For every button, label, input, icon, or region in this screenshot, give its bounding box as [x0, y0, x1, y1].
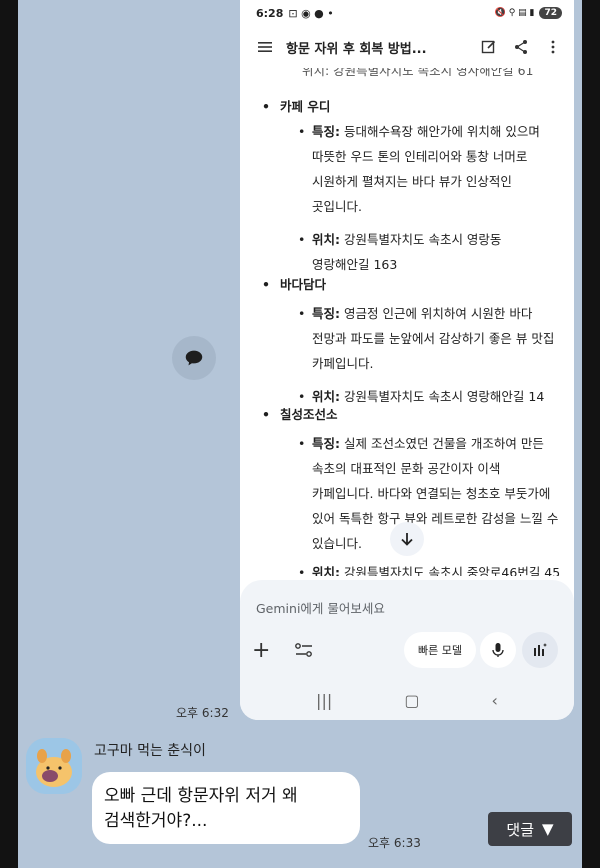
status-bar: 6:28 ⊡ ◉ ● • 🔇 ⚲ ▤ ▮ 72: [240, 0, 574, 26]
feature-text: 따뜻한 우드 톤의 인테리어와 통창 너머로: [312, 149, 528, 164]
feature-text: 곳입니다.: [312, 199, 362, 214]
triangle-down-icon: ▼: [542, 820, 554, 838]
cafe-feature: 특징: 등대해수욕장 해안가에 위치해 있으며 따뜻한 우드 톤의 인테리어와 …: [288, 119, 572, 219]
scroll-down-button[interactable]: [390, 522, 424, 556]
feature-text: 있습니다.: [312, 536, 362, 551]
cafe-name: 바다담다: [262, 272, 572, 297]
feature-label: 특징:: [312, 306, 340, 321]
cafe-feature: 특징: 실제 조선소였던 건물을 개조하여 만든 속초의 대표적인 문화 공간이…: [288, 431, 572, 556]
prompt-input-card[interactable]: Gemini에게 물어보세요 + 빠른 모델: [240, 580, 574, 680]
home-icon[interactable]: ▢: [404, 691, 419, 710]
menu-icon[interactable]: [254, 36, 276, 58]
cafe-item: 카페 우디 특징: 등대해수욕장 해안가에 위치해 있으며 따뜻한 우드 톤의 …: [262, 94, 572, 277]
message-bubble[interactable]: 오빠 근데 항문자위 저거 왜 검색한거야?...: [92, 772, 360, 844]
live-audio-icon[interactable]: [522, 632, 558, 668]
cafe-name: 카페 우디: [262, 94, 572, 119]
cafe-location: 위치: 강원특별자치도 속초시 영랑동 영랑해안길 163: [288, 227, 572, 277]
app-bar: 항문 자위 후 회복 방법...: [240, 26, 574, 68]
sender-name: 고구마 먹는 춘식이: [94, 743, 206, 759]
location-label: 위치:: [312, 232, 340, 247]
message-text: 검색한거야?...: [104, 811, 208, 831]
location-label: 위치:: [312, 565, 340, 576]
android-nav-bar: ||| ▢ ‹: [240, 680, 574, 720]
cut-off-line: 위치: 강원특별자치도 속초시 영사해안길 61: [302, 68, 534, 78]
response-content: 위치: 강원특별자치도 속초시 영사해안길 61 카페 우디 특징: 등대해수욕…: [240, 68, 574, 576]
feature-text: 전망과 파도를 눈앞에서 감상하기 좋은 뷰 맛집: [312, 331, 555, 346]
more-options-icon[interactable]: [542, 36, 564, 58]
feature-text: 카페입니다. 바다와 연결되는 청초호 부둣가에: [312, 486, 551, 501]
feature-label: 특징:: [312, 124, 340, 139]
shared-screenshot[interactable]: 6:28 ⊡ ◉ ● • 🔇 ⚲ ▤ ▮ 72 항문 자위 후 회복 방법...…: [240, 0, 574, 720]
message-text: 오빠 근데 항문자위 저거 왜: [104, 786, 298, 806]
location-text: 영랑해안길 163: [312, 257, 398, 272]
fast-model-button[interactable]: 빠른 모델: [404, 632, 476, 668]
feature-text: 카페입니다.: [312, 356, 374, 371]
cafe-location: 위치: 강원특별자치도 속초시 중앙로46번길 45: [288, 560, 572, 576]
recent-apps-icon[interactable]: |||: [316, 691, 332, 710]
reply-button[interactable]: 댓글 ▼: [488, 812, 572, 846]
avatar[interactable]: [26, 738, 82, 794]
message-time: 오후 6:32: [176, 706, 229, 720]
share-icon[interactable]: [510, 36, 532, 58]
signal-icons: 🔇 ⚲ ▤ ▮: [494, 8, 535, 18]
microphone-icon[interactable]: [480, 632, 516, 668]
speech-bubble-icon[interactable]: [172, 336, 216, 380]
prompt-input[interactable]: Gemini에게 물어보세요: [256, 598, 385, 617]
cafe-feature: 특징: 영금정 인근에 위치하여 시원한 바다 전망과 파도를 눈앞에서 감상하…: [288, 301, 572, 376]
location-text: 강원특별자치도 속초시 중앙로46번길 45: [343, 565, 561, 576]
feature-text: 있어 독특한 항구 뷰와 레트로한 감성을 느낄 수: [312, 511, 559, 526]
feature-label: 특징:: [312, 436, 340, 451]
feature-text: 영금정 인근에 위치하여 시원한 바다: [343, 306, 533, 321]
status-time: 6:28: [256, 6, 284, 20]
plus-icon[interactable]: +: [252, 638, 270, 663]
notification-icons: ⊡ ◉ ● •: [288, 6, 334, 20]
message-time: 오후 6:33: [368, 836, 421, 850]
feature-text: 실제 조선소였던 건물을 개조하여 만든: [343, 436, 544, 451]
battery-badge: 72: [539, 7, 562, 19]
tools-icon[interactable]: [294, 642, 314, 662]
arrow-down-icon: [401, 533, 413, 546]
location-text: 강원특별자치도 속초시 영랑동: [343, 232, 502, 247]
reply-label: 댓글: [506, 820, 535, 839]
back-icon[interactable]: ‹: [492, 691, 498, 710]
conversation-title: 항문 자위 후 회복 방법...: [286, 41, 427, 57]
edit-icon[interactable]: [478, 36, 500, 58]
feature-text: 등대해수욕장 해안가에 위치해 있으며: [343, 124, 540, 139]
feature-text: 속초의 대표적인 문화 공간이자 이색: [312, 461, 501, 476]
cafe-name: 칠성조선소: [262, 402, 572, 427]
feature-text: 시원하게 펼쳐지는 바다 뷰가 인상적인: [312, 174, 512, 189]
cafe-item: 바다담다 특징: 영금정 인근에 위치하여 시원한 바다 전망과 파도를 눈앞에…: [262, 272, 572, 409]
